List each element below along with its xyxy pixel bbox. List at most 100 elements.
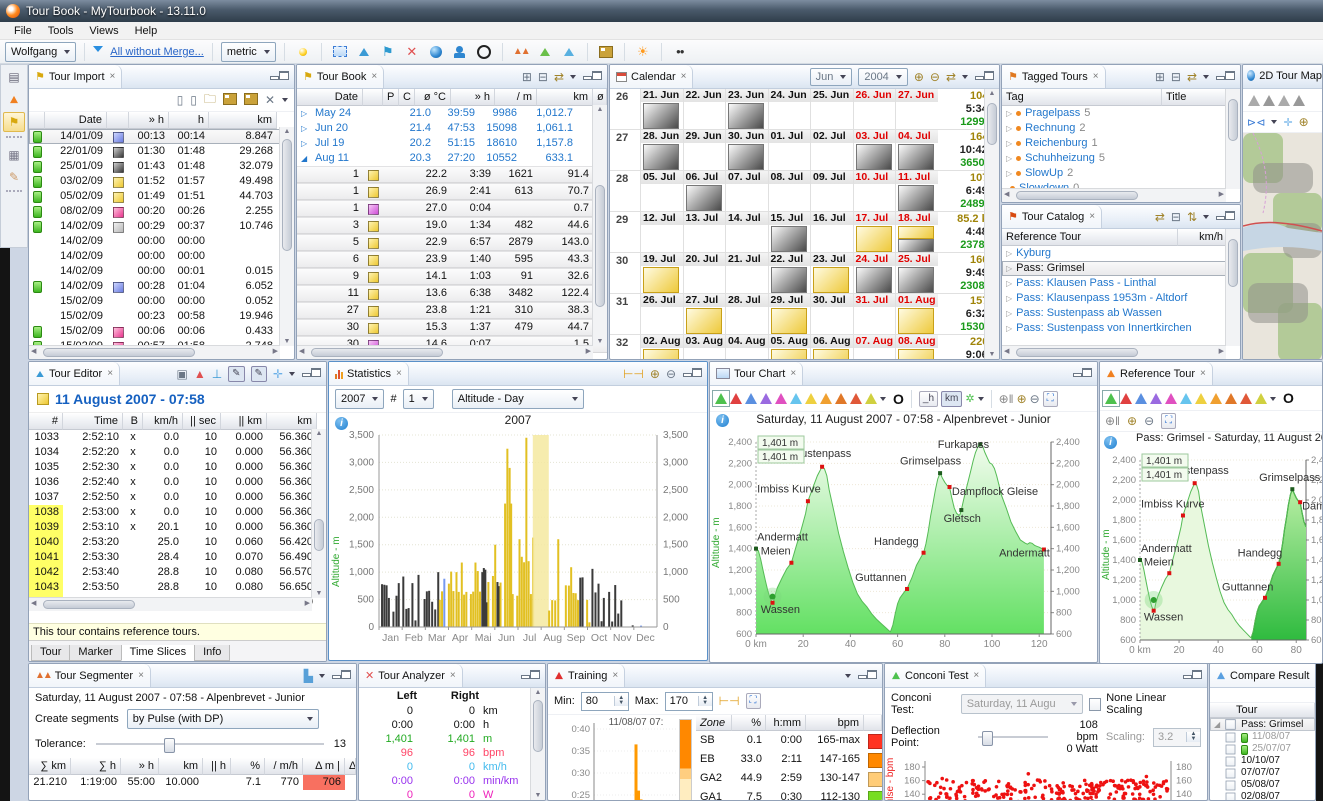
zoom-in-icon[interactable]: ⊕ xyxy=(1127,414,1137,428)
minimize-icon[interactable] xyxy=(582,71,592,80)
table-row[interactable]: 2723.81:2131038.3 xyxy=(297,302,607,319)
close-icon[interactable]: × xyxy=(681,71,687,82)
maximize-icon[interactable] xyxy=(692,368,702,377)
zoom-out-icon[interactable]: ⊖ xyxy=(1030,392,1040,406)
reimport-tour-icon[interactable] xyxy=(244,93,258,108)
compare-item-row[interactable]: 11/08/07 xyxy=(1210,731,1315,743)
table-row[interactable]: 14/02/0900:2900:3710.746 xyxy=(29,219,294,234)
open-file-icon[interactable]: 🗀 xyxy=(204,90,216,111)
calendar-day[interactable]: 25. Jul xyxy=(895,253,938,293)
minimize-icon[interactable] xyxy=(520,670,530,679)
graph-type-5-icon[interactable] xyxy=(1180,393,1192,404)
graph-type-5-icon[interactable] xyxy=(790,393,802,404)
close-icon[interactable]: × xyxy=(138,670,144,681)
calendar-day[interactable]: 26. Jun xyxy=(853,89,896,129)
zoom-in-icon[interactable]: ⊕ xyxy=(1017,392,1027,406)
table-row[interactable]: 10372:52:50x0.0100.00056.360 xyxy=(29,490,326,505)
map-triangle-icon[interactable] xyxy=(1293,95,1305,106)
refresh-icon[interactable]: ⇄ xyxy=(1187,70,1197,84)
table-row[interactable]: 1113.66:383482122.4 xyxy=(297,285,607,302)
zoom-in-icon[interactable]: ⊕ xyxy=(914,70,924,84)
calendar-day[interactable]: 29. Jul xyxy=(768,294,811,334)
calendar-day[interactable]: 21. Jun xyxy=(640,89,683,129)
view-menu-icon[interactable] xyxy=(962,75,968,82)
table-row[interactable]: 10432:53:5028.8100.08056.650 xyxy=(29,580,326,595)
graph-menu-icon[interactable] xyxy=(880,397,886,404)
statistic-values-icon[interactable] xyxy=(4,90,24,108)
graph-type-2-icon[interactable] xyxy=(1135,393,1147,404)
compare-item-row[interactable]: 07/07/07 xyxy=(1210,767,1315,779)
vertical-scrollbar[interactable] xyxy=(1225,229,1240,346)
tag-item[interactable]: ▷Pragelpass5 xyxy=(1002,106,1240,121)
minimize-icon[interactable] xyxy=(1215,71,1225,80)
tour-segmenter-icon[interactable]: ▲▲ xyxy=(511,42,531,62)
tab-tour-catalog[interactable]: ⚑ Tour Catalog × xyxy=(1002,205,1102,228)
tour-analyzer-icon[interactable]: ✕ xyxy=(402,42,422,62)
maximize-icon[interactable] xyxy=(530,670,540,679)
pin-icon[interactable] xyxy=(293,42,313,62)
table-row[interactable]: 10362:52:40x0.0100.00056.360 xyxy=(29,475,326,490)
calendar-day[interactable]: 20. Jul xyxy=(683,253,726,293)
view-menu-icon[interactable] xyxy=(1203,215,1209,222)
editor-tab-tour[interactable]: Tour xyxy=(31,645,70,661)
tab-training[interactable]: Training × xyxy=(548,664,625,687)
menu-views[interactable]: Views xyxy=(81,24,126,38)
expand-all-icon[interactable]: ⊞ xyxy=(522,70,532,84)
table-row[interactable]: 15/02/0900:0000:000.052 xyxy=(29,294,294,309)
refresh-icon[interactable]: ⇄ xyxy=(554,70,564,84)
stat-year-combo[interactable]: 2007 xyxy=(335,389,384,409)
min-spinner[interactable]: 80▲▼ xyxy=(581,692,629,711)
zoom-out-icon[interactable]: ⊖ xyxy=(930,70,940,84)
tour-catalog-header[interactable]: Reference Tourkm/h xyxy=(1002,229,1240,246)
zoom-in-icon[interactable]: ⊕ xyxy=(1299,115,1309,129)
calendar-day[interactable]: 08. Aug xyxy=(895,335,938,360)
calendar-day[interactable]: 04. Aug xyxy=(725,335,768,360)
graph-type-4-icon[interactable] xyxy=(1165,393,1177,404)
reference-tour-canvas[interactable]: 6006008008001,0001,0001,2001,2001,4001,4… xyxy=(1100,444,1322,660)
tour-blog-icon[interactable] xyxy=(330,42,350,62)
tab-tour-import[interactable]: ⚑ Tour Import × xyxy=(29,65,122,88)
tab-tour-chart[interactable]: Tour Chart × xyxy=(710,362,803,385)
print-icon[interactable]: ▦ xyxy=(4,146,24,164)
table-row[interactable]: ◢Aug 1120.327:2010552633.1 xyxy=(297,151,607,166)
adjust-altitude-icon[interactable]: ⊥ xyxy=(212,367,222,381)
graph-type-0-icon[interactable] xyxy=(1105,393,1117,404)
device-icon[interactable]: ▯ xyxy=(177,93,184,107)
calendar-day[interactable]: 05. Jul xyxy=(640,171,683,211)
calendar-day[interactable]: 10. Jul xyxy=(853,171,896,211)
calendar-day[interactable]: 15. Jul xyxy=(768,212,811,252)
vertical-scrollbar[interactable]: ▲▼ xyxy=(984,89,999,359)
calendar-day[interactable]: 12. Jul xyxy=(640,212,683,252)
link-tour-icon[interactable]: ⇄ xyxy=(946,70,956,84)
reference-tour-item[interactable]: ▷Pass: Grimsel xyxy=(1002,261,1240,276)
fit-graph-icon[interactable]: ⊕‖ xyxy=(999,392,1014,406)
maximize-icon[interactable] xyxy=(1225,71,1235,80)
graph-type-4-icon[interactable] xyxy=(775,393,787,404)
menu-help[interactable]: Help xyxy=(127,24,166,38)
close-icon[interactable]: × xyxy=(973,670,979,681)
tolerance-slider[interactable] xyxy=(96,737,324,751)
conconi-chart[interactable]: 180180160160140140120120Pulse - bpm xyxy=(885,757,1205,801)
tag-item[interactable]: ▷Reichenburg1 xyxy=(1002,136,1240,151)
graph-type-6-icon[interactable] xyxy=(805,393,817,404)
tour-chart-canvas[interactable]: 6006008008001,0001,0001,2001,2001,4001,4… xyxy=(710,426,1095,660)
maximize-icon[interactable] xyxy=(984,71,994,80)
graph-type-9-icon[interactable] xyxy=(850,393,862,404)
close-icon[interactable]: × xyxy=(396,368,402,379)
bar-style-icon[interactable]: ⊢⊣ xyxy=(719,694,740,708)
import-tour-icon[interactable] xyxy=(223,93,237,108)
minimize-icon[interactable] xyxy=(301,368,311,377)
calendar-day[interactable]: 05. Aug xyxy=(768,335,811,360)
graph-type-7-icon[interactable] xyxy=(1210,393,1222,404)
vertical-scrollbar[interactable]: ▲▼ xyxy=(592,105,607,346)
calendar-day[interactable]: 30. Jun xyxy=(725,130,768,170)
tour-editor-header[interactable]: #TimeBkm/h|| sec|| kmkm xyxy=(29,413,326,430)
calendar-day[interactable]: 02. Jul xyxy=(810,130,853,170)
calendar-day[interactable]: 22. Jun xyxy=(683,89,726,129)
fit-graph-icon[interactable]: ⊕‖ xyxy=(1105,414,1120,428)
view-menu-icon[interactable] xyxy=(282,98,288,105)
editor-tab-time-slices[interactable]: Time Slices xyxy=(121,645,195,661)
tagged-tours-header[interactable]: TagTitle xyxy=(1002,89,1240,106)
reference-tour-item[interactable]: ▷Pass: Klausen Pass - Linthal xyxy=(1002,276,1240,291)
calendar-day[interactable]: 13. Jul xyxy=(683,212,726,252)
